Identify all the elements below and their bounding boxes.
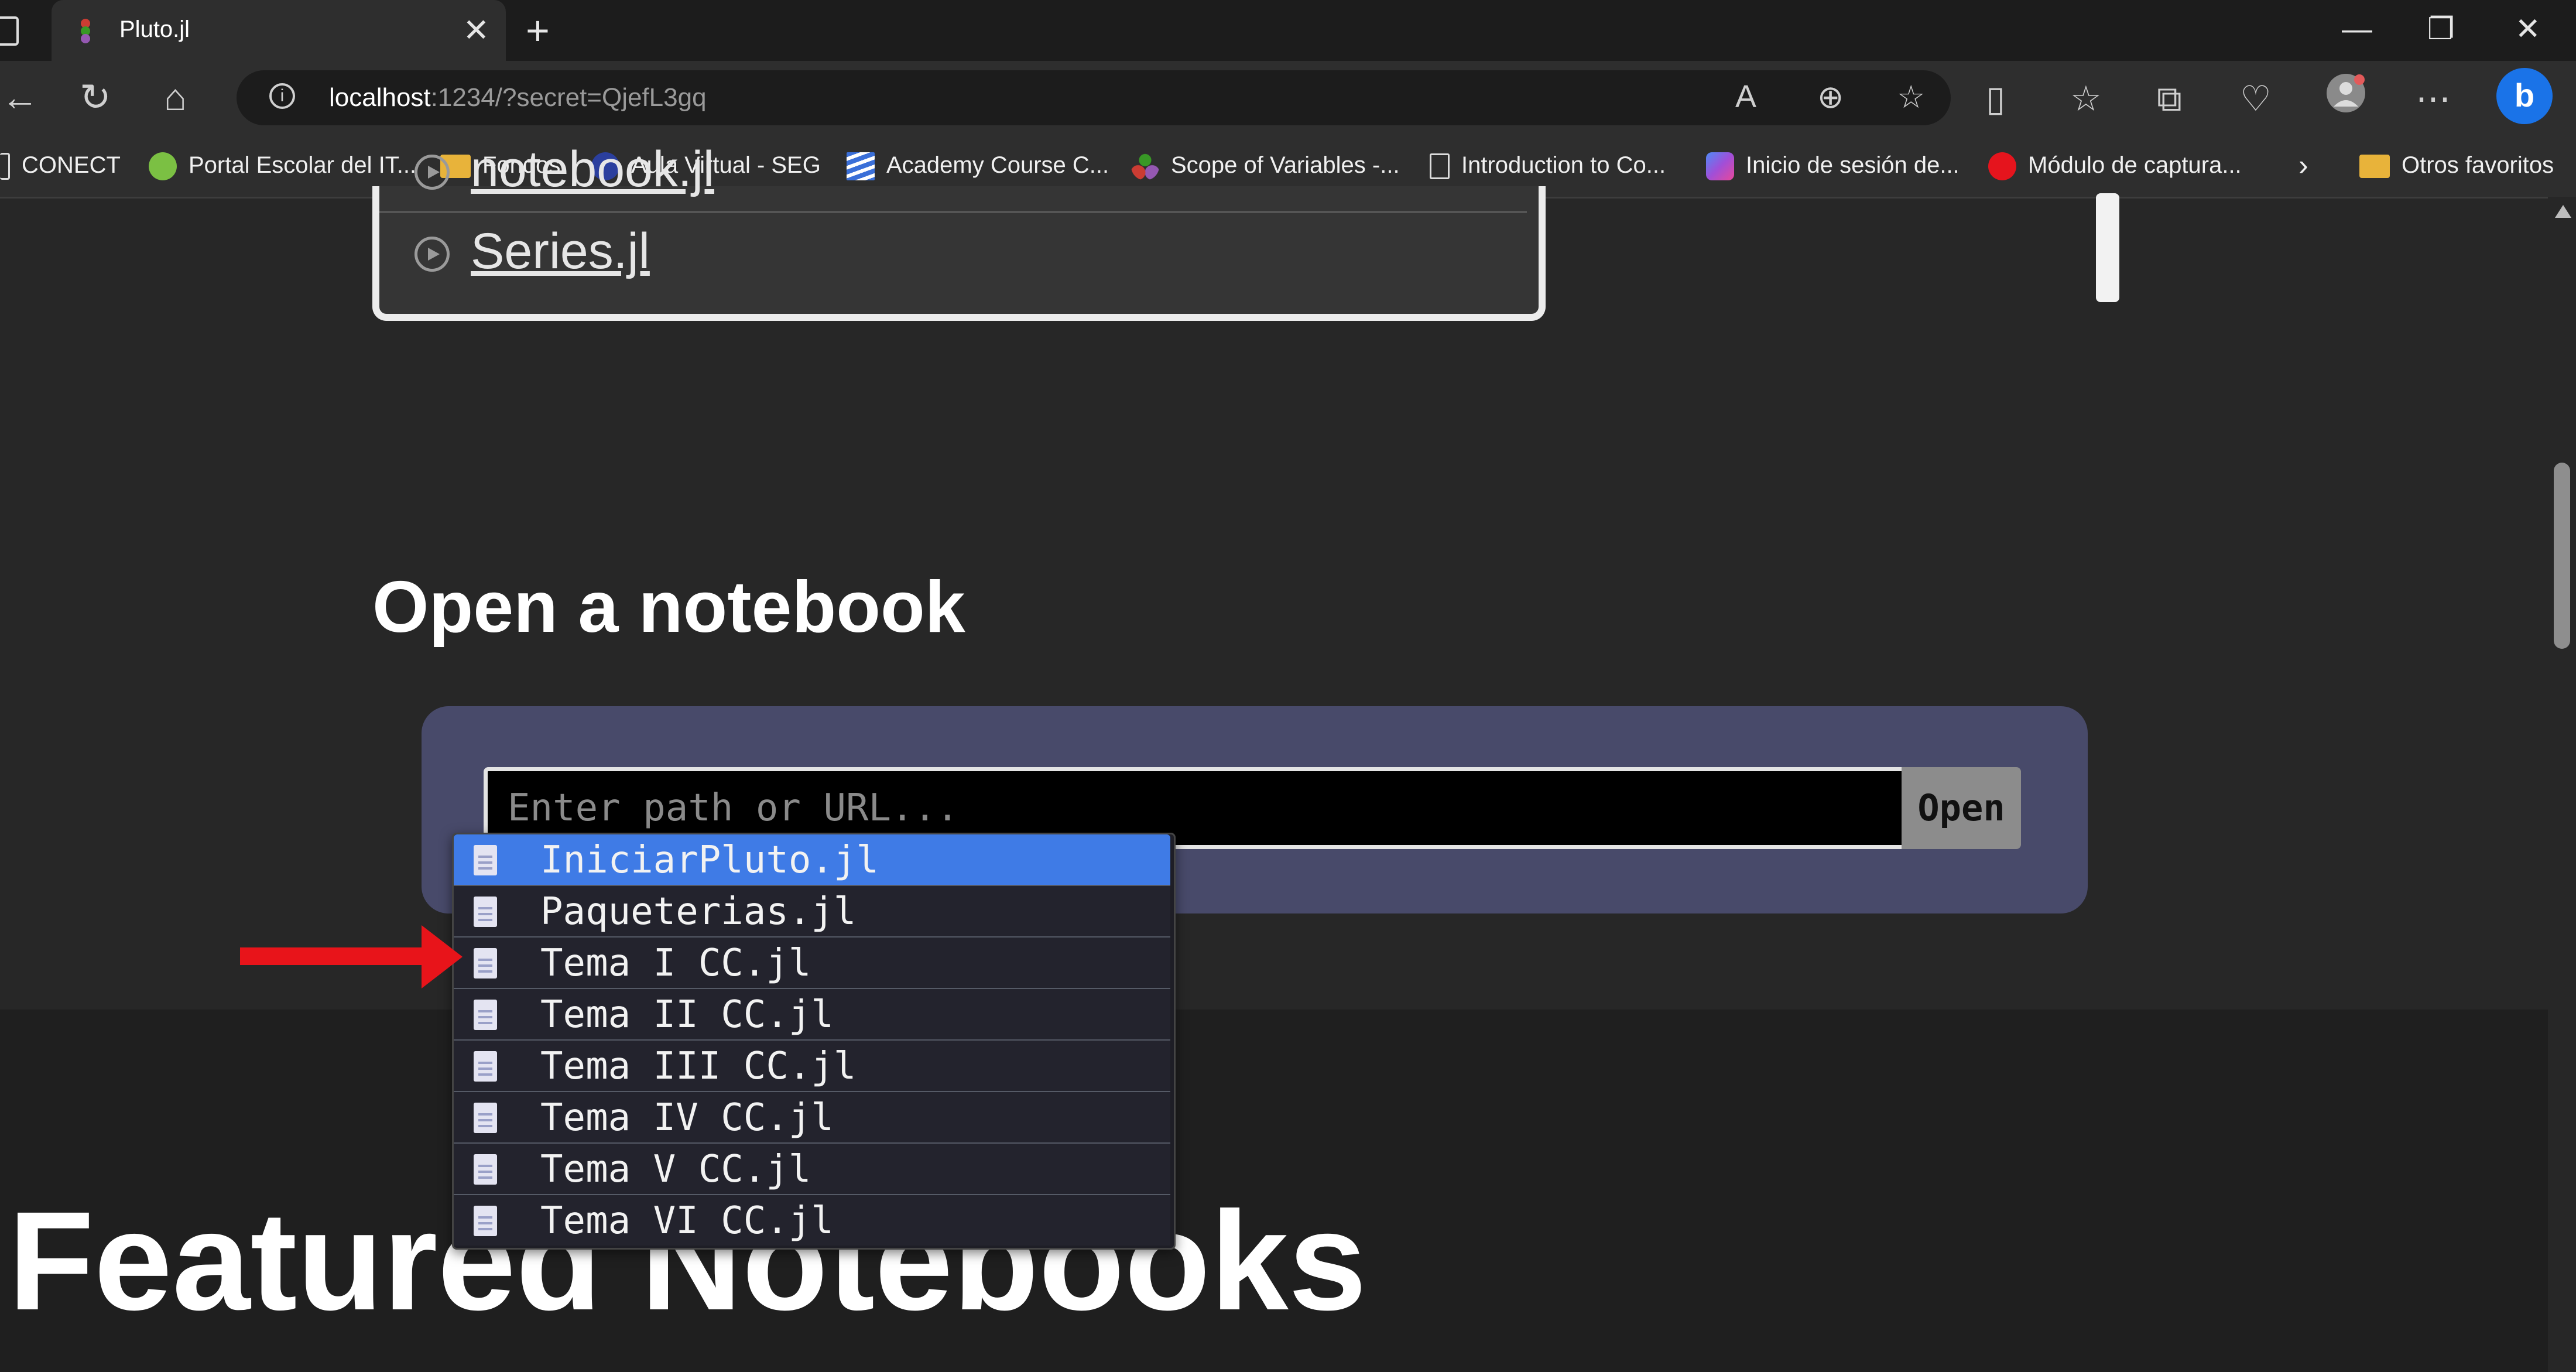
- green-leaf-icon: [149, 152, 177, 181]
- dropdown-item[interactable]: Tema VI CC.jl: [454, 1195, 1170, 1246]
- file-icon: [474, 897, 497, 927]
- dropdown-item[interactable]: Paqueterias.jl: [454, 886, 1170, 938]
- address-bar[interactable]: i localhost:1234/?secret=QjefL3gq A ⊕ ☆: [237, 70, 1951, 125]
- copilot-icon: [1706, 152, 1734, 181]
- tab-pluto[interactable]: Pluto.jl ✕: [52, 0, 506, 61]
- restore-button[interactable]: ❐: [2427, 11, 2455, 48]
- read-aloud-icon[interactable]: A: [1735, 78, 1756, 115]
- file-icon: [474, 1000, 497, 1030]
- dropdown-item[interactable]: Tema III CC.jl: [454, 1041, 1170, 1093]
- scroll-up-arrow-icon[interactable]: [2555, 205, 2571, 218]
- dropdown-item[interactable]: IniciarPluto.jl: [454, 834, 1170, 887]
- zoom-icon[interactable]: ⊕: [1817, 78, 1844, 115]
- bookmarks-overflow-chevron-icon[interactable]: ›: [2298, 149, 2308, 182]
- file-icon: [474, 1154, 497, 1185]
- autocomplete-dropdown[interactable]: IniciarPluto.jl Paqueterias.jl Tema I CC…: [452, 833, 1176, 1250]
- back-arrow-icon[interactable]: ←: [1, 74, 39, 121]
- dropdown-item[interactable]: Tema IV CC.jl: [454, 1092, 1170, 1144]
- page-icon: [0, 153, 10, 180]
- home-icon[interactable]: ⌂: [164, 74, 187, 121]
- play-circle-icon: [415, 155, 450, 190]
- more-options-icon[interactable]: ⋯: [2416, 80, 2451, 118]
- pluto-favicon-icon: [81, 19, 90, 43]
- list-item[interactable]: notebook.jl: [379, 129, 1527, 213]
- performance-icon[interactable]: ♡: [2240, 80, 2272, 118]
- collections-icon[interactable]: ⧉: [2157, 80, 2182, 118]
- bookmark-item[interactable]: Otros favoritos: [2359, 149, 2554, 182]
- svg-text:b: b: [2515, 77, 2534, 114]
- dropdown-item[interactable]: Tema II CC.jl: [454, 989, 1170, 1041]
- bing-copilot-icon[interactable]: b: [2495, 67, 2554, 133]
- list-item[interactable]: Series.jl: [379, 213, 1527, 295]
- dropdown-item[interactable]: Tema I CC.jl: [454, 938, 1170, 990]
- tab-close-icon[interactable]: ✕: [463, 13, 489, 48]
- open-button[interactable]: Open: [1902, 767, 2021, 849]
- page-scrollbar[interactable]: [2548, 197, 2576, 1372]
- browser-title-bar: Pluto.jl ✕ + — ❐ ✕: [0, 0, 2576, 61]
- red-arrow-icon: [240, 925, 463, 988]
- file-icon: [474, 845, 497, 875]
- favorite-star-icon[interactable]: ☆: [1897, 78, 1925, 115]
- file-icon: [474, 948, 497, 978]
- bookmark-item[interactable]: Inicio de sesión de...: [1706, 149, 1960, 182]
- recent-notebooks-list[interactable]: notebook.jl Series.jl: [372, 141, 1546, 321]
- red-circle-icon: [1988, 152, 2016, 181]
- recent-list-scrollbar[interactable]: [2096, 193, 2119, 302]
- tab-title: Pluto.jl: [119, 16, 190, 42]
- url-text[interactable]: localhost:1234/?secret=QjefL3gq: [329, 83, 707, 112]
- play-circle-icon: [415, 237, 450, 272]
- minimize-button[interactable]: —: [2342, 11, 2372, 48]
- bookmark-item[interactable]: Portal Escolar del IT...: [149, 149, 416, 182]
- refresh-icon[interactable]: ↻: [80, 74, 111, 121]
- tab-actions-icon[interactable]: [0, 16, 19, 46]
- bookmark-item[interactable]: Módulo de captura...: [1988, 149, 2242, 182]
- new-tab-button[interactable]: +: [526, 10, 550, 51]
- favorites-icon[interactable]: ☆: [2070, 80, 2102, 118]
- bookmark-item[interactable]: CONECT: [0, 149, 121, 182]
- file-icon: [474, 1051, 497, 1082]
- split-screen-icon[interactable]: ▯: [1986, 80, 2005, 118]
- folder-icon: [2359, 155, 2390, 179]
- site-info-icon[interactable]: i: [269, 83, 295, 109]
- window-close-button[interactable]: ✕: [2515, 11, 2541, 48]
- file-icon: [474, 1206, 497, 1236]
- recent-notebook-link[interactable]: Series.jl: [471, 223, 650, 280]
- file-icon: [474, 1103, 497, 1133]
- profile-avatar-icon[interactable]: [2325, 73, 2366, 121]
- dropdown-item[interactable]: Tema V CC.jl: [454, 1144, 1170, 1196]
- scrollbar-thumb[interactable]: [2554, 463, 2570, 649]
- open-notebook-heading: Open a notebook: [372, 567, 965, 648]
- recent-notebook-link[interactable]: notebook.jl: [471, 141, 714, 199]
